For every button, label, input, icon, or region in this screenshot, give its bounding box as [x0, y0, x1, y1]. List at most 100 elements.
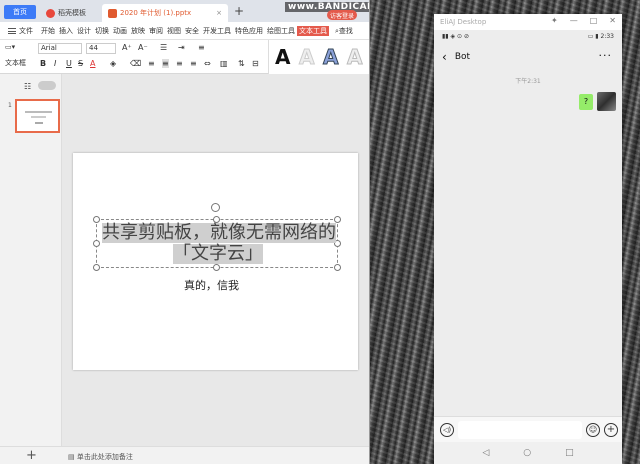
menu-insert[interactable]: 插入	[57, 26, 75, 36]
slide-thumbnail[interactable]	[15, 99, 60, 133]
menu-features[interactable]: 特色应用	[233, 26, 265, 36]
wordart-style-2[interactable]: A	[298, 45, 315, 70]
resize-handle[interactable]	[93, 216, 100, 223]
message-input[interactable]	[458, 421, 582, 439]
new-tab-button[interactable]: +	[234, 4, 244, 18]
menu-design[interactable]: 设计	[75, 26, 93, 36]
strikethrough-button[interactable]: S	[78, 59, 83, 68]
text-align-icon[interactable]: ⊟	[252, 59, 259, 68]
chat-input-bar: ◁) ☺ +	[434, 416, 622, 442]
menu-view[interactable]: 视图	[165, 26, 183, 36]
emoji-icon[interactable]: ☺	[586, 423, 600, 437]
justify-icon[interactable]: ≡	[190, 59, 197, 68]
wordart-style-4[interactable]: A	[346, 45, 363, 70]
align-center-icon[interactable]: ≡	[162, 59, 169, 68]
resize-handle[interactable]	[213, 264, 220, 271]
slide-subtitle[interactable]: 真的，信我	[184, 277, 239, 293]
menu-file[interactable]: 文件	[6, 26, 35, 36]
menu-developer[interactable]: 开发工具	[201, 26, 233, 36]
avatar[interactable]	[597, 92, 616, 111]
nav-back-icon[interactable]: ◁	[482, 448, 489, 458]
wps-window: 首页 稻壳模板 2020 年计划 (1).pptx × + www.BANDICA…	[0, 0, 370, 464]
message-bubble[interactable]: ?	[579, 94, 593, 110]
menu-drawing-tools[interactable]: 绘图工具	[265, 26, 297, 36]
chat-timestamp: 下午2:31	[515, 78, 541, 85]
status-bar: + ▤ 单击此处添加备注	[0, 446, 369, 464]
editing-canvas: 共享剪贴板，就像无需网络的 「文字云」 真的，信我	[62, 74, 369, 446]
chat-title: Bot	[454, 52, 471, 62]
window-title: EliAJ Desktop	[440, 18, 487, 26]
menu-transition[interactable]: 切换	[93, 26, 111, 36]
font-size-select[interactable]: 44	[86, 43, 116, 54]
search-button[interactable]: ⌕查找	[333, 26, 355, 36]
text-direction-icon[interactable]: ⇅	[238, 59, 245, 68]
columns-icon[interactable]: ▥	[220, 59, 228, 68]
ribbon-toolbar: ▭▾ 文本框 Arial 44 A⁺ A⁻ ☰ ⇥ ≡ B I U S A ◈ …	[0, 40, 369, 74]
menu-security[interactable]: 安全	[183, 26, 201, 36]
notes-icon: ▤	[68, 453, 77, 461]
menu-text-tools[interactable]: 文本工具	[297, 25, 329, 36]
nav-recents-icon[interactable]: □	[565, 448, 574, 458]
align-left-icon[interactable]: ≡	[148, 59, 155, 68]
wordart-style-1[interactable]: A	[275, 45, 290, 69]
phone-titlebar: EliAJ Desktop ✦ — □ ✕	[434, 14, 622, 30]
menu-bar: 文件 开始 插入 设计 切换 动画 放映 审阅 视图 安全 开发工具 特色应用 …	[0, 22, 369, 40]
more-icon[interactable]: ···	[599, 49, 613, 62]
menu-animation[interactable]: 动画	[111, 26, 129, 36]
wordart-style-3[interactable]: A	[322, 45, 339, 70]
font-color-button[interactable]: A	[90, 59, 95, 68]
tab-file[interactable]: 2020 年计划 (1).pptx ×	[102, 4, 228, 22]
indent-icon[interactable]: ⇥	[178, 43, 185, 52]
rotate-handle[interactable]	[211, 203, 220, 212]
signal-icons: ▮▮ ◈ ⊙ ⊘	[442, 32, 469, 40]
font-name-select[interactable]: Arial	[38, 43, 82, 54]
outline-view-icon[interactable]: ☷	[24, 82, 31, 91]
resize-handle[interactable]	[93, 264, 100, 271]
phone-clock: ▭ ▮ 2:33	[587, 32, 614, 40]
pin-icon[interactable]: ✦	[551, 16, 558, 25]
tab-home[interactable]: 首页	[4, 5, 36, 19]
voice-icon[interactable]: ◁)	[440, 423, 454, 437]
phone-status-bar: ▮▮ ◈ ⊙ ⊘ ▭ ▮ 2:33	[434, 30, 622, 42]
resize-handle[interactable]	[334, 264, 341, 271]
menu-start[interactable]: 开始	[39, 26, 57, 36]
wordart-gallery: A A A A	[268, 40, 369, 74]
slide-number: 1	[8, 102, 12, 109]
bold-button[interactable]: B	[40, 59, 46, 68]
close-tab-icon[interactable]: ×	[216, 9, 222, 17]
chat-header: ‹ Bot ···	[434, 42, 622, 72]
menu-slideshow[interactable]: 放映	[129, 26, 147, 36]
slide-panel: ☷ 1	[0, 74, 62, 446]
textbox-button[interactable]: 文本框	[5, 58, 26, 68]
align-right-icon[interactable]: ≡	[176, 59, 183, 68]
highlight-icon[interactable]: ◈	[110, 59, 116, 68]
minimize-icon[interactable]: —	[570, 16, 578, 25]
phone-mirror-window: EliAJ Desktop ✦ — □ ✕ ▮▮ ◈ ⊙ ⊘ ▭ ▮ 2:33 …	[434, 14, 622, 464]
eraser-icon[interactable]: ⌫	[130, 59, 141, 68]
plus-icon[interactable]: +	[604, 423, 618, 437]
add-slide-button[interactable]: +	[26, 448, 37, 463]
shrink-font-icon[interactable]: A⁻	[138, 43, 148, 52]
slide-title-line2[interactable]: 「文字云」	[173, 244, 263, 264]
line-spacing-icon[interactable]: ☰	[160, 43, 167, 52]
slide-title-line1[interactable]: 共享剪贴板，就像无需网络的	[102, 223, 336, 243]
slide[interactable]: 共享剪贴板，就像无需网络的 「文字云」 真的，信我	[73, 153, 358, 370]
login-button[interactable]: 访客登录	[327, 10, 358, 20]
tab-template[interactable]: 稻壳模板	[40, 4, 98, 22]
menu-review[interactable]: 审阅	[147, 26, 165, 36]
notes-placeholder[interactable]: ▤ 单击此处添加备注	[68, 452, 133, 462]
close-icon[interactable]: ✕	[609, 16, 616, 25]
docer-icon	[46, 8, 55, 18]
textbox-icon[interactable]: ▭▾	[5, 43, 15, 51]
distribute-icon[interactable]: ⇔	[204, 59, 211, 68]
maximize-icon[interactable]: □	[590, 16, 598, 25]
resize-handle[interactable]	[93, 240, 100, 247]
nav-home-icon[interactable]: ○	[523, 448, 531, 458]
bullets-icon[interactable]: ≡	[198, 43, 205, 52]
slide-view-toggle[interactable]	[38, 81, 56, 90]
underline-button[interactable]: U	[66, 59, 72, 68]
tab-bar: 首页 稻壳模板 2020 年计划 (1).pptx × + www.BANDICA…	[0, 0, 369, 22]
grow-font-icon[interactable]: A⁺	[122, 43, 132, 52]
back-icon[interactable]: ‹	[442, 50, 447, 64]
italic-button[interactable]: I	[54, 59, 56, 68]
